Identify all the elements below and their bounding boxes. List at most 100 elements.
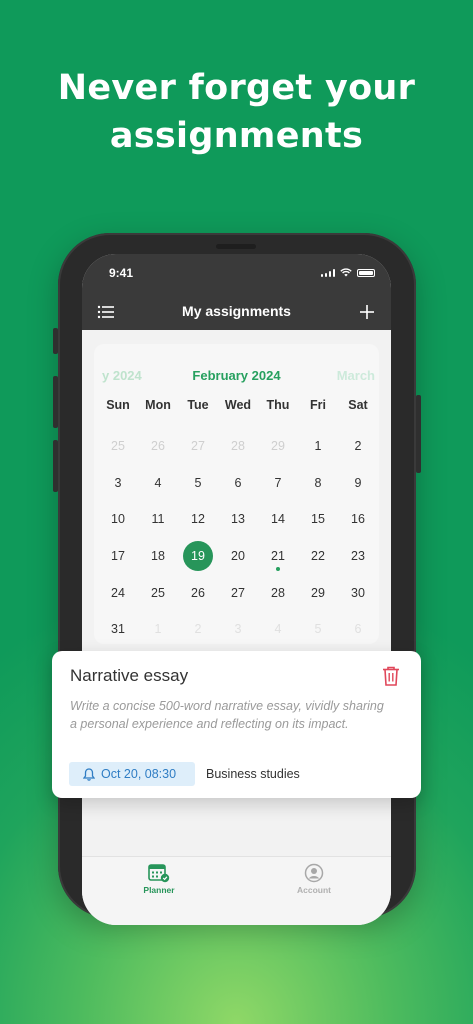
calendar-day[interactable]: 15	[298, 501, 338, 538]
account-icon	[304, 863, 324, 883]
calendar-day[interactable]: 25	[98, 428, 138, 465]
calendar-day[interactable]: 8	[298, 465, 338, 502]
plus-icon[interactable]	[357, 302, 377, 322]
status-bar: 9:41	[82, 254, 391, 298]
calendar-day-number: 26	[191, 585, 205, 600]
calendar-day[interactable]: 30	[338, 574, 378, 611]
calendar-day-number: 27	[191, 439, 205, 454]
headline-line-1: Never forget your	[57, 68, 416, 108]
calendar-day[interactable]: 29	[298, 574, 338, 611]
calendar-day-number: 9	[354, 475, 362, 490]
calendar-day[interactable]: 25	[138, 574, 178, 611]
calendar-day[interactable]: 26	[138, 428, 178, 465]
due-date-badge[interactable]: Oct 20, 08:30	[69, 762, 195, 786]
calendar-day-number: 25	[111, 439, 125, 454]
phone-volume-down	[53, 440, 58, 492]
calendar-day[interactable]: 17	[98, 538, 138, 575]
calendar-day[interactable]: 6	[338, 611, 378, 648]
calendar-day-number: 14	[271, 512, 285, 527]
weekday-label: Fri	[310, 398, 326, 412]
calendar-day[interactable]: 28	[218, 428, 258, 465]
calendar-day[interactable]: 31	[98, 611, 138, 648]
calendar-day-number: 5	[314, 622, 322, 637]
calendar-day[interactable]: 19	[178, 538, 218, 575]
calendar-day-number: 31	[111, 622, 125, 637]
phone-screen: 9:41 My assignments y 2024 February 2024…	[82, 254, 391, 925]
tab-account-label: Account	[297, 885, 331, 895]
calendar-day[interactable]: 1	[138, 611, 178, 648]
phone-speaker	[216, 244, 256, 249]
calendar-day[interactable]: 21	[258, 538, 298, 575]
subject-label: Business studies	[206, 767, 300, 781]
tab-planner[interactable]: Planner	[82, 863, 236, 895]
calendar-day[interactable]: 18	[138, 538, 178, 575]
calendar-day[interactable]: 27	[218, 574, 258, 611]
trash-icon[interactable]	[381, 665, 401, 687]
phone-volume-up	[53, 376, 58, 428]
calendar-day[interactable]: 7	[258, 465, 298, 502]
calendar-day-number: 1	[314, 439, 322, 454]
wifi-icon	[340, 268, 352, 277]
calendar-day[interactable]: 22	[298, 538, 338, 575]
calendar-day[interactable]: 20	[218, 538, 258, 575]
weekday-label: Mon	[145, 398, 171, 412]
event-indicator-dot	[276, 567, 280, 572]
calendar-day[interactable]: 10	[98, 501, 138, 538]
calendar-day[interactable]: 16	[338, 501, 378, 538]
assignment-card[interactable]: Narrative essay Write a concise 500-word…	[52, 651, 421, 798]
calendar-day[interactable]: 27	[178, 428, 218, 465]
calendar-day[interactable]: 24	[98, 574, 138, 611]
headline-line-2: assignments	[109, 116, 364, 156]
calendar-day[interactable]: 12	[178, 501, 218, 538]
calendar-day-number: 22	[311, 549, 325, 564]
calendar-day-number: 1	[154, 622, 162, 637]
bell-icon	[83, 767, 95, 781]
page-title: My assignments	[182, 303, 291, 319]
month-calendar: y 2024 February 2024 March Sun Mon Tue W…	[94, 344, 379, 644]
calendar-day[interactable]: 23	[338, 538, 378, 575]
calendar-day-number: 25	[151, 585, 165, 600]
calendar-day[interactable]: 3	[98, 465, 138, 502]
calendar-day[interactable]: 29	[258, 428, 298, 465]
calendar-day[interactable]: 5	[298, 611, 338, 648]
calendar-day-number: 27	[231, 585, 245, 600]
battery-icon	[357, 269, 375, 277]
calendar-day-number: 21	[271, 549, 285, 564]
status-time: 9:41	[109, 266, 134, 280]
signal-icon	[320, 269, 335, 277]
calendar-day[interactable]: 11	[138, 501, 178, 538]
calendar-day[interactable]: 4	[258, 611, 298, 648]
calendar-day[interactable]: 13	[218, 501, 258, 538]
calendar-day[interactable]: 28	[258, 574, 298, 611]
calendar-day-number: 2	[194, 622, 202, 637]
calendar-day[interactable]: 1	[298, 428, 338, 465]
calendar-day[interactable]: 4	[138, 465, 178, 502]
calendar-day-number: 3	[114, 475, 122, 490]
tab-account[interactable]: Account	[237, 863, 391, 895]
calendar-day[interactable]: 6	[218, 465, 258, 502]
calendar-day-number: 28	[271, 585, 285, 600]
next-month-label[interactable]: March	[337, 368, 375, 383]
calendar-day-number: 15	[311, 512, 325, 527]
calendar-day-number: 6	[234, 475, 242, 490]
headline: Never forget your assignments	[0, 64, 473, 160]
calendar-day[interactable]: 5	[178, 465, 218, 502]
calendar-day-number: 12	[191, 512, 205, 527]
calendar-day-number: 3	[234, 622, 242, 637]
calendar-day[interactable]: 2	[338, 428, 378, 465]
calendar-day-number: 6	[354, 622, 362, 637]
calendar-day[interactable]: 26	[178, 574, 218, 611]
calendar-day[interactable]: 3	[218, 611, 258, 648]
calendar-day-number: 17	[111, 549, 125, 564]
calendar-day[interactable]: 2	[178, 611, 218, 648]
calendar-day[interactable]: 14	[258, 501, 298, 538]
due-date-text: Oct 20, 08:30	[101, 767, 177, 781]
app-bar: My assignments	[82, 298, 391, 330]
calendar-day-number: 24	[111, 585, 125, 600]
calendar-day-number: 29	[311, 585, 325, 600]
calendar-day-number: 11	[151, 512, 165, 527]
calendar-day-number: 20	[231, 549, 245, 564]
calendar-day-number: 4	[274, 622, 282, 637]
weekday-label: Tue	[187, 398, 209, 412]
calendar-day[interactable]: 9	[338, 465, 378, 502]
